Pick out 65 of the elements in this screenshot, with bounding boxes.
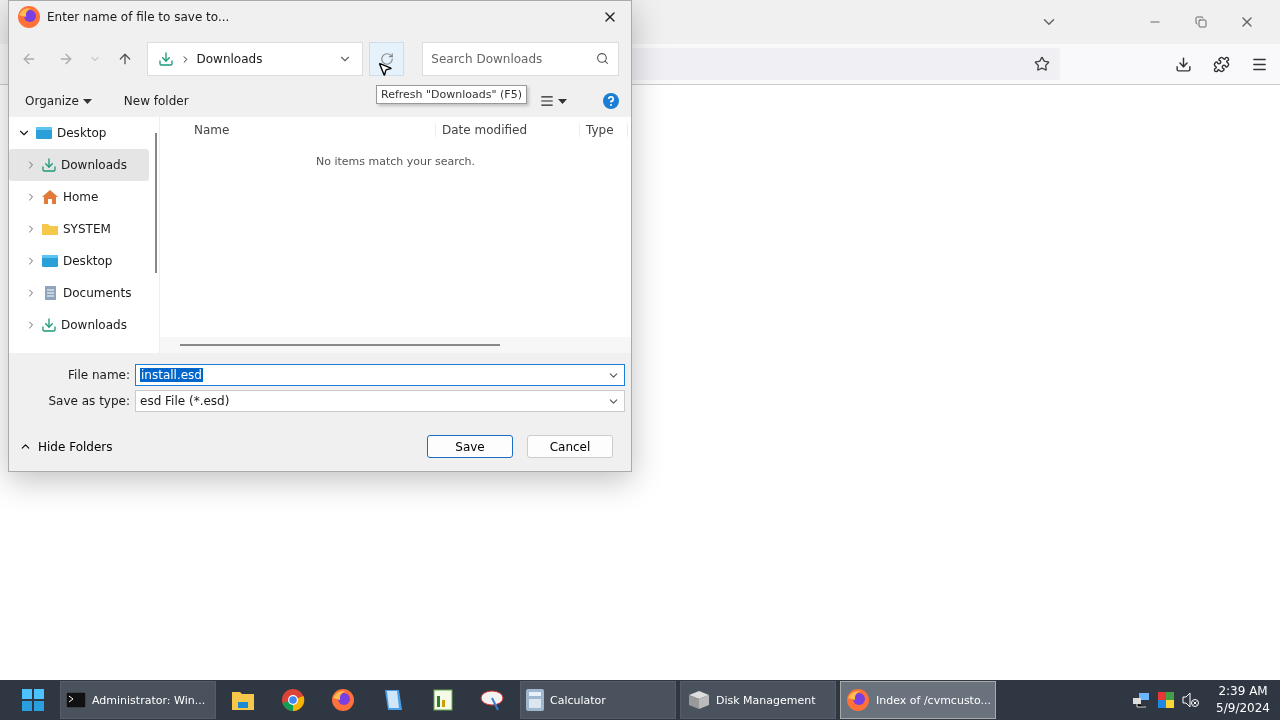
notepad-icon <box>382 688 404 712</box>
folder-icon <box>41 221 59 237</box>
dialog-button[interactable]: Save <box>427 435 513 458</box>
download-icon <box>41 157 57 173</box>
dialog-title: Enter name of file to save to... <box>47 10 231 24</box>
column-header[interactable]: Name <box>160 123 436 137</box>
column-header[interactable]: Type <box>580 123 628 137</box>
caret-icon <box>82 98 92 104</box>
folder-icon <box>231 689 255 711</box>
speaker-muted-icon[interactable] <box>1182 692 1201 708</box>
satellite-dish-icon <box>480 688 506 712</box>
tree-item[interactable]: Documents <box>9 277 149 309</box>
tree-item[interactable]: Desktop <box>9 245 149 277</box>
search-icon <box>596 52 610 65</box>
taskbar-window-button[interactable]: Administrator: Win... <box>60 681 216 719</box>
tree-item[interactable]: Downloads <box>9 309 149 341</box>
tooltip: Refresh "Downloads" (F5) <box>376 85 527 104</box>
help-icon[interactable] <box>603 93 619 109</box>
download-icon <box>41 317 57 333</box>
chrome-icon <box>281 688 305 712</box>
desktop-icon <box>41 253 59 269</box>
scrollbar-thumb[interactable] <box>180 344 500 346</box>
tree-item[interactable]: Desktop <box>9 117 149 149</box>
taskbar-window-button[interactable]: Calculator <box>520 681 676 719</box>
taskbar-window-button[interactable]: Index of /cvmcusto... <box>840 681 996 719</box>
tree-item[interactable]: Downloads <box>9 149 149 181</box>
windows-logo-icon <box>22 689 44 711</box>
hide-folders-button[interactable]: Hide Folders <box>19 439 113 454</box>
desktop-icon <box>35 125 53 141</box>
network-icon[interactable] <box>1132 692 1151 708</box>
field-label: File name: <box>67 368 131 382</box>
download-icon <box>1174 55 1192 73</box>
address-path: Downloads <box>196 52 264 66</box>
search-field[interactable]: Search Downloads <box>422 42 620 76</box>
empty-message: No items match your search. <box>315 155 476 168</box>
bookmark-star-icon[interactable] <box>1034 56 1050 72</box>
tree-item[interactable]: Home <box>9 181 149 213</box>
taskbar-window-button[interactable]: Disk Management <box>680 681 836 719</box>
download-icon <box>157 51 174 67</box>
refresh-button[interactable] <box>369 42 405 76</box>
clock[interactable]: 2:39 AM 5/9/2024 <box>1208 683 1270 717</box>
disk-drive-icon <box>686 689 710 711</box>
column-header[interactable]: Date modified <box>436 123 580 137</box>
color-tile-icon[interactable] <box>1158 692 1175 708</box>
address-bar[interactable]: Downloads <box>146 42 364 76</box>
firefox-icon <box>17 5 41 29</box>
refresh-icon <box>379 52 394 66</box>
file-type-dropdown[interactable]: esd File (*.esd) <box>135 390 625 412</box>
file-name-field[interactable]: install.esd <box>135 364 625 386</box>
restore-icon <box>1195 16 1207 28</box>
home-icon <box>41 189 59 205</box>
puzzle-icon <box>1212 55 1230 73</box>
organize-button[interactable]: Organize <box>19 90 98 112</box>
tree-item[interactable]: SYSTEM <box>9 213 149 245</box>
dialog-button[interactable]: Cancel <box>527 435 613 458</box>
list-view-icon <box>540 94 554 108</box>
spreadsheet-icon <box>432 688 454 712</box>
caret-icon <box>558 98 567 104</box>
terminal-icon <box>66 692 86 708</box>
field-label: Save as type: <box>47 394 131 408</box>
firefox-icon <box>331 688 355 712</box>
mouse-pointer-icon <box>377 61 393 77</box>
calculator-icon <box>526 689 544 711</box>
new-folder-button[interactable]: New folder <box>117 90 195 112</box>
firefox-icon <box>846 688 870 712</box>
